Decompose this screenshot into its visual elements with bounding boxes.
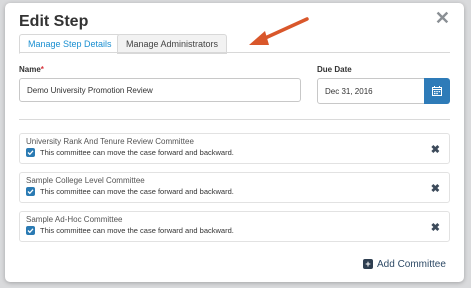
tab-manage-administrators[interactable]: Manage Administrators bbox=[117, 34, 228, 54]
plus-square-icon: + bbox=[363, 259, 373, 269]
committee-row: Sample Ad-Hoc Committee This committee c… bbox=[19, 211, 450, 242]
committee-note: This committee can move the case forward… bbox=[40, 148, 234, 157]
committee-name: Sample College Level Committee bbox=[26, 176, 145, 185]
remove-committee-icon[interactable]: ✖ bbox=[431, 182, 440, 195]
tab-manage-step-details[interactable]: Manage Step Details bbox=[19, 34, 121, 54]
edit-step-dialog: Edit Step ✕ Manage Step Details Manage A… bbox=[5, 3, 464, 282]
committee-name: Sample Ad-Hoc Committee bbox=[26, 215, 123, 224]
name-input[interactable]: Demo University Promotion Review bbox=[19, 78, 301, 102]
close-icon[interactable]: ✕ bbox=[435, 8, 450, 29]
tabs-divider bbox=[19, 52, 450, 53]
committee-row: Sample College Level Committee This comm… bbox=[19, 172, 450, 203]
remove-committee-icon[interactable]: ✖ bbox=[431, 143, 440, 156]
add-committee-button[interactable]: + Add Committee bbox=[363, 257, 446, 271]
dialog-title: Edit Step bbox=[19, 13, 89, 30]
remove-committee-icon[interactable]: ✖ bbox=[431, 221, 440, 234]
section-divider bbox=[19, 119, 450, 120]
due-date-label: Due Date bbox=[317, 65, 352, 74]
add-committee-label: Add Committee bbox=[377, 258, 446, 270]
committee-note: This committee can move the case forward… bbox=[40, 226, 234, 235]
checkmark-icon bbox=[27, 189, 34, 195]
required-marker: * bbox=[40, 65, 44, 74]
name-label: Name* bbox=[19, 65, 44, 74]
committee-note: This committee can move the case forward… bbox=[40, 187, 234, 196]
checkmark-icon bbox=[27, 228, 34, 234]
move-case-checkbox[interactable] bbox=[26, 226, 35, 235]
calendar-icon bbox=[432, 86, 442, 96]
move-case-checkbox[interactable] bbox=[26, 187, 35, 196]
committee-row: University Rank And Tenure Review Commit… bbox=[19, 133, 450, 164]
due-date-input[interactable]: Dec 31, 2016 bbox=[317, 78, 425, 104]
annotation-arrow-icon bbox=[249, 17, 309, 45]
checkmark-icon bbox=[27, 150, 34, 156]
calendar-button[interactable] bbox=[424, 78, 450, 104]
committee-name: University Rank And Tenure Review Commit… bbox=[26, 137, 194, 146]
move-case-checkbox[interactable] bbox=[26, 148, 35, 157]
